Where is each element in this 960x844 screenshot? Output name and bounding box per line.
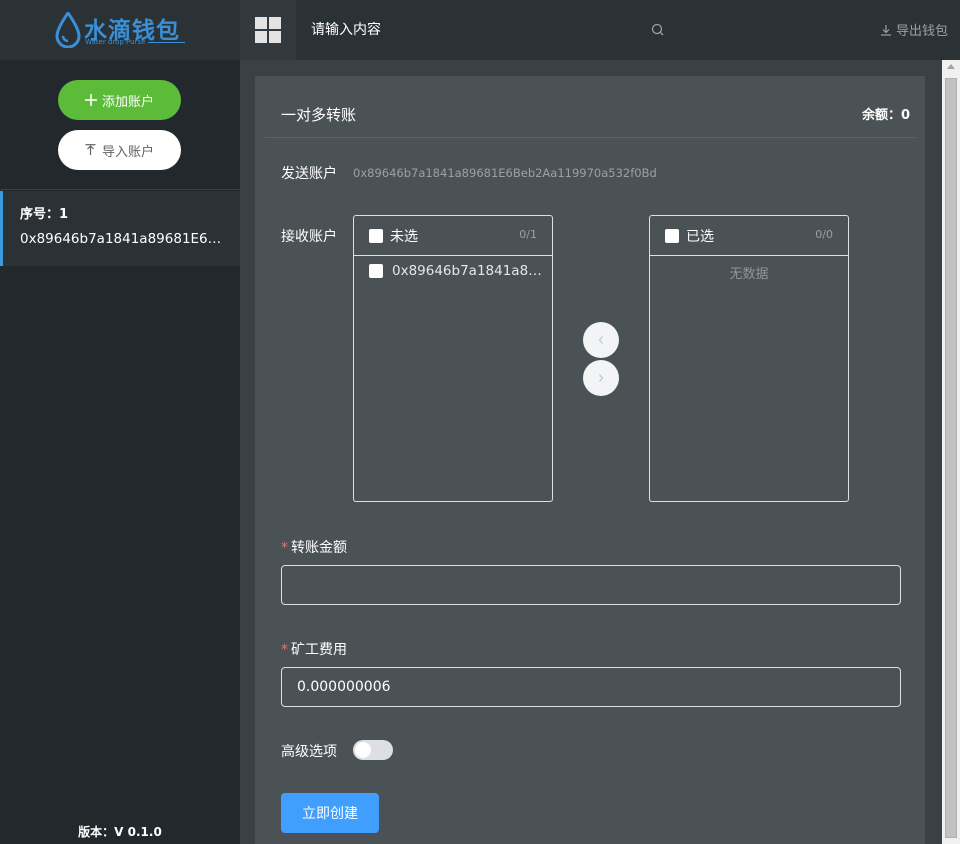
account-address: 0x89646b7a1841a89681E6Beb2Aa119970a532f0… [20,231,225,247]
selected-list-header: 已选 0/0 [650,216,848,256]
chevron-left-icon [598,336,603,344]
logo-underline [148,42,185,43]
add-account-button[interactable]: 添加账户 [58,80,181,120]
from-account-label: 发送账户 [281,166,337,182]
chevron-right-icon [599,374,604,382]
from-account-address: 0x89646b7a1841a89681E6Beb2Aa119970a532f0… [353,166,657,180]
add-account-label: 添加账户 [101,94,154,110]
fee-label: * 矿工费用 [281,639,347,659]
search-icon[interactable] [650,22,666,38]
app-logo: 水滴钱包 Water drop Purse [0,0,240,60]
required-mark: * [281,642,288,658]
main-content: 一对多转账 余额：0 发送账户 0x89646b7a1841a89681E6Be… [240,60,942,844]
unselected-list-count: 0/1 [519,228,537,241]
apps-grid-button[interactable] [240,0,296,60]
move-left-button[interactable] [583,322,619,358]
export-wallet-button[interactable]: 导出钱包 [880,20,948,39]
version-label: 版本：V 0.1.0 [78,825,162,839]
selected-list-count: 0/0 [815,228,833,241]
move-right-button[interactable] [583,360,619,396]
fee-label-text: 矿工费用 [291,642,347,658]
water-drop-icon [55,12,81,48]
selected-list: 已选 0/0 无数据 [649,215,849,502]
amount-label: * 转账金额 [281,537,347,557]
top-bar: 水滴钱包 Water drop Purse 导出钱包 [0,0,960,60]
account-list-item[interactable]: 序号：1 0x89646b7a1841a89681E6Beb2Aa119970a… [0,191,240,266]
sidebar-actions: 添加账户 导入账户 [0,60,240,190]
transfer-panel: 一对多转账 余额：0 发送账户 0x89646b7a1841a89681E6Be… [255,76,925,844]
search-input[interactable] [311,20,641,40]
unselected-list-title: 未选 [390,229,418,245]
grid-icon [255,17,281,43]
export-wallet-label: 导出钱包 [895,24,948,39]
scrollbar[interactable] [942,60,960,844]
panel-divider [265,137,915,138]
import-account-label: 导入账户 [101,144,154,160]
unselected-list: 未选 0/1 0x89646b7a1841a89681E6Beb2Aa11997… [353,215,553,502]
advanced-options-label: 高级选项 [281,744,337,760]
upload-icon [85,144,96,155]
list-item-checkbox[interactable] [369,264,383,278]
selected-select-all-checkbox[interactable] [665,229,679,243]
panel-title: 一对多转账 [281,106,357,124]
switch-knob [355,742,371,758]
advanced-options-switch[interactable] [353,740,393,760]
empty-text: 无数据 [729,267,769,282]
scroll-up-arrow-icon[interactable] [947,64,955,69]
create-button[interactable]: 立即创建 [281,793,379,833]
balance-label: 余额：0 [861,108,910,123]
selected-list-title: 已选 [686,229,714,245]
scrollbar-thumb[interactable] [945,78,957,838]
required-mark: * [281,540,288,556]
to-account-label: 接收账户 [281,229,337,245]
fee-input[interactable] [281,667,901,707]
unselected-select-all-checkbox[interactable] [369,229,383,243]
account-seq: 序号：1 [20,207,69,222]
list-item-address: 0x89646b7a1841a89681E6Beb2Aa119970a532f0… [392,263,547,279]
import-account-button[interactable]: 导入账户 [58,130,181,170]
amount-input[interactable] [281,565,901,605]
list-item[interactable]: 0x89646b7a1841a89681E6Beb2Aa119970a532f0… [354,257,552,287]
plus-icon [84,94,97,106]
unselected-list-header: 未选 0/1 [354,216,552,256]
logo-subtitle: Water drop Purse [85,38,146,46]
download-icon [880,24,891,36]
sidebar: 添加账户 导入账户 序号：1 0x89646b7a1841a89681E6Beb… [0,60,240,844]
amount-label-text: 转账金额 [291,540,347,556]
